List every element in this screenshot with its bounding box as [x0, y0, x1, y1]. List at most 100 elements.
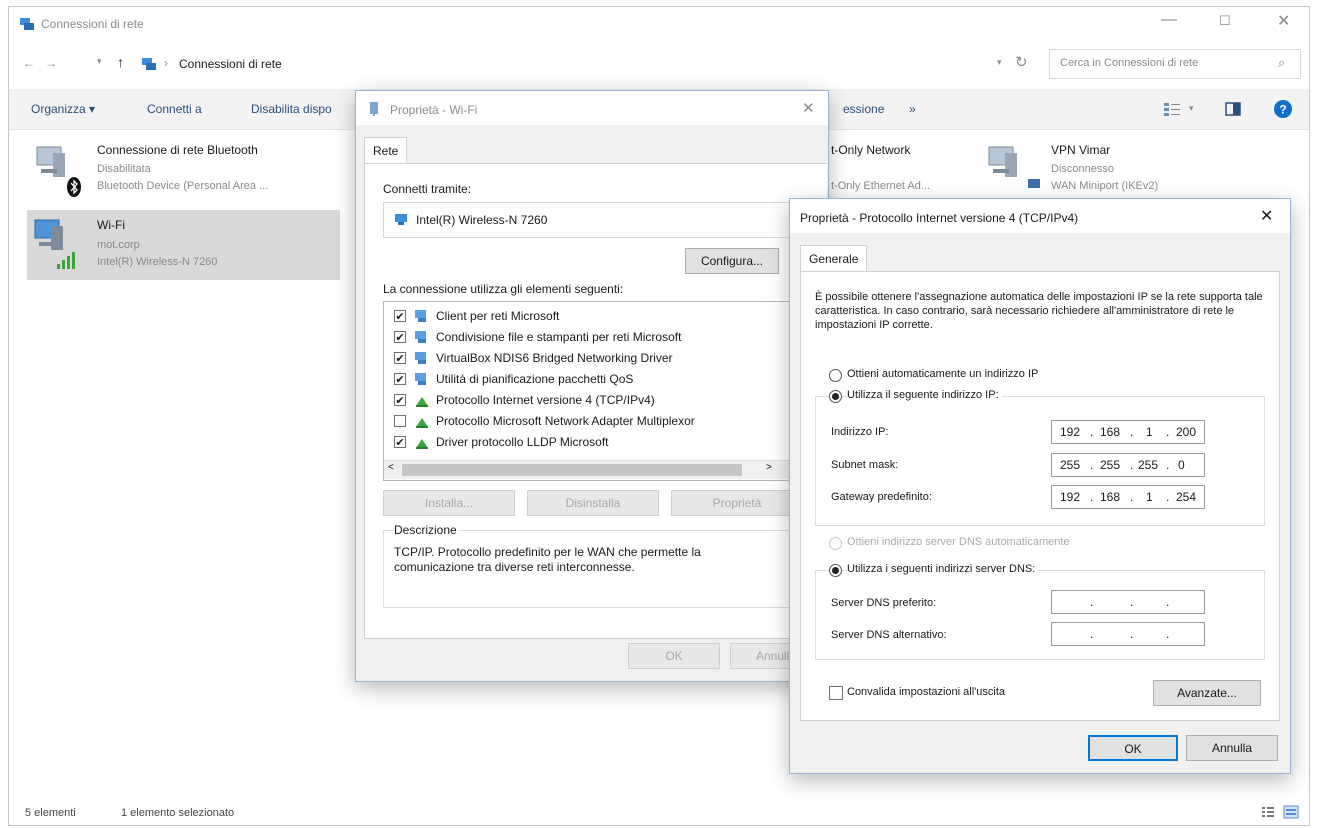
scrollbar-thumb[interactable]: [402, 464, 742, 476]
wifi-adapter-icon: [370, 102, 378, 116]
components-list[interactable]: ✔ Client per reti Microsoft ✔ Condivisione …: [383, 301, 815, 481]
tab-network[interactable]: Rete: [364, 137, 408, 164]
status-item-count: 5 elementi: [25, 807, 76, 819]
disable-device-button[interactable]: Disabilita dispo: [251, 102, 332, 116]
component-checkbox[interactable]: [394, 415, 406, 427]
manual-ip-radio[interactable]: [829, 390, 842, 403]
properties-button[interactable]: Proprietà: [671, 490, 803, 516]
close-button[interactable]: ✕: [802, 99, 815, 117]
adapter-name: Intel(R) Wireless-N 7260: [416, 213, 548, 227]
network-item-wifi[interactable]: Wi-Fi mot.corp Intel(R) Wireless-N 7260: [27, 210, 340, 280]
dns-alternate-label: Server DNS alternativo:: [831, 629, 947, 641]
manual-dns-label: Utilizza i seguenti indirizzi server DNS…: [847, 563, 1039, 575]
network-tab-panel: Connetti tramite: Intel(R) Wireless-N 72…: [364, 163, 827, 639]
description-text: TCP/IP. Protocollo predefinito per le WA…: [394, 545, 701, 574]
component-item[interactable]: ✔ Driver protocollo LLDP Microsoft: [384, 432, 804, 452]
ip-address-input[interactable]: 192. 168. 1. 200: [1051, 420, 1205, 444]
help-icon[interactable]: ?: [1273, 99, 1293, 119]
component-checkbox[interactable]: ✔: [394, 310, 406, 323]
item-device: t-Only Ethernet Ad...: [831, 180, 931, 192]
network-item-host-only[interactable]: t-Only Network t-Only Ethernet Ad...: [821, 139, 981, 205]
up-icon[interactable]: ↑: [117, 54, 124, 70]
view-dropdown-icon[interactable]: ▾: [1189, 103, 1194, 114]
close-button[interactable]: ✕: [1277, 11, 1290, 31]
ok-button[interactable]: OK: [1088, 735, 1178, 761]
manual-dns-radio[interactable]: [829, 564, 842, 577]
forward-icon[interactable]: →: [45, 56, 57, 70]
network-item-vpn[interactable]: VPN Vimar Disconnesso WAN Miniport (IKEv…: [979, 139, 1239, 205]
chevron-down-icon[interactable]: ▾: [97, 56, 102, 67]
component-item[interactable]: ✔ Protocollo Internet versione 4 (TCP/IPv…: [384, 390, 804, 410]
uninstall-button[interactable]: Disinstalla: [527, 490, 659, 516]
item-device: Intel(R) Wireless-N 7260: [97, 256, 218, 268]
item-name: Connessione di rete Bluetooth: [97, 143, 258, 157]
validate-checkbox[interactable]: [829, 686, 843, 700]
dns-group: [815, 570, 1265, 660]
dns-alternate-input[interactable]: ...: [1051, 622, 1205, 646]
tab-general[interactable]: Generale: [800, 245, 868, 272]
address-history-icon[interactable]: ▾: [997, 57, 1002, 68]
auto-dns-radio[interactable]: [829, 537, 842, 550]
more-commands-button[interactable]: »: [909, 102, 916, 116]
view-options-icon[interactable]: [1163, 101, 1181, 117]
ok-button[interactable]: OK: [628, 643, 720, 669]
network-item-bluetooth[interactable]: Connessione di rete Bluetooth Disabilita…: [27, 139, 357, 205]
component-label: Utilità di pianificazione pacchetti QoS: [436, 372, 634, 386]
organize-button[interactable]: Organizza ▾: [31, 102, 95, 116]
preview-pane-icon[interactable]: [1225, 102, 1241, 116]
item-status: Disconnesso: [1051, 163, 1114, 175]
wifi-properties-dialog: Proprietà - Wi-Fi ✕ Rete Connetti tramit…: [355, 90, 829, 682]
component-item[interactable]: ✔ Condivisione file e stampanti per reti …: [384, 327, 804, 347]
connect-button[interactable]: Connetti a: [147, 102, 202, 116]
close-button[interactable]: ✕: [1260, 206, 1273, 226]
component-item[interactable]: ✔ VirtualBox NDIS6 Bridged Networking Dri…: [384, 348, 804, 368]
gateway-input[interactable]: 192. 168. 1. 254: [1051, 485, 1205, 509]
bluetooth-icon: [67, 177, 81, 197]
refresh-icon[interactable]: ↻: [1015, 53, 1028, 71]
ipv4-properties-dialog: Proprietà - Protocollo Internet versione…: [789, 198, 1291, 774]
gateway-octet: 168: [1100, 490, 1121, 504]
auto-ip-radio[interactable]: [829, 369, 842, 382]
advanced-button[interactable]: Avanzate...: [1153, 680, 1261, 706]
component-checkbox[interactable]: ✔: [394, 436, 406, 449]
adapter-field: Intel(R) Wireless-N 7260: [383, 202, 825, 238]
subnet-mask-input[interactable]: 255. 255. 255. 0: [1051, 453, 1205, 477]
maximize-button[interactable]: ☐: [1219, 13, 1231, 29]
dialog-title-bar: Proprietà - Protocollo Internet versione…: [790, 199, 1290, 233]
component-checkbox[interactable]: ✔: [394, 394, 406, 407]
scroll-left-icon[interactable]: <: [388, 462, 394, 473]
validate-label: Convalida impostazioni all'uscita: [847, 686, 1006, 698]
breadcrumb[interactable]: Connessioni di rete: [179, 57, 282, 71]
ip-octet: 168: [1100, 425, 1121, 439]
component-checkbox[interactable]: ✔: [394, 373, 406, 386]
computer-icon: [988, 146, 1017, 177]
item-name: t-Only Network: [831, 143, 911, 157]
component-checkbox[interactable]: ✔: [394, 331, 406, 344]
component-label: Condivisione file e stampanti per reti M…: [436, 330, 682, 344]
component-label: VirtualBox NDIS6 Bridged Networking Driv…: [436, 351, 673, 365]
search-input[interactable]: Cerca in Connessioni di rete ⌕: [1049, 49, 1301, 79]
component-item[interactable]: ✔ Client per reti Microsoft: [384, 306, 804, 326]
component-item[interactable]: ✔ Utilità di pianificazione pacchetti QoS: [384, 369, 804, 389]
gateway-octet: 1: [1146, 490, 1153, 504]
subnet-mask-label: Subnet mask:: [831, 459, 899, 471]
rename-connection-button[interactable]: essione: [843, 102, 884, 116]
horizontal-scrollbar[interactable]: < >: [384, 460, 814, 479]
client-service-icon: [415, 373, 426, 385]
install-button[interactable]: Installa...: [383, 490, 515, 516]
svg-text:?: ?: [1279, 103, 1286, 117]
dns-preferred-input[interactable]: ...: [1051, 590, 1205, 614]
minimize-button[interactable]: —: [1161, 11, 1177, 29]
scroll-right-icon[interactable]: >: [766, 462, 772, 473]
component-checkbox[interactable]: ✔: [394, 352, 406, 365]
description-title: Descrizione: [392, 523, 459, 537]
tiles-view-icon[interactable]: [1283, 805, 1299, 819]
configure-button[interactable]: Configura...: [685, 248, 779, 274]
back-icon[interactable]: ←: [23, 56, 35, 70]
cancel-button[interactable]: Annulla: [1186, 735, 1278, 761]
item-status: Disabilitata: [97, 163, 151, 175]
window-title: Connessioni di rete: [41, 17, 144, 31]
component-item[interactable]: Protocollo Microsoft Network Adapter Mul…: [384, 411, 804, 431]
gateway-octet: 254: [1176, 490, 1197, 504]
details-view-icon[interactable]: [1261, 805, 1275, 819]
